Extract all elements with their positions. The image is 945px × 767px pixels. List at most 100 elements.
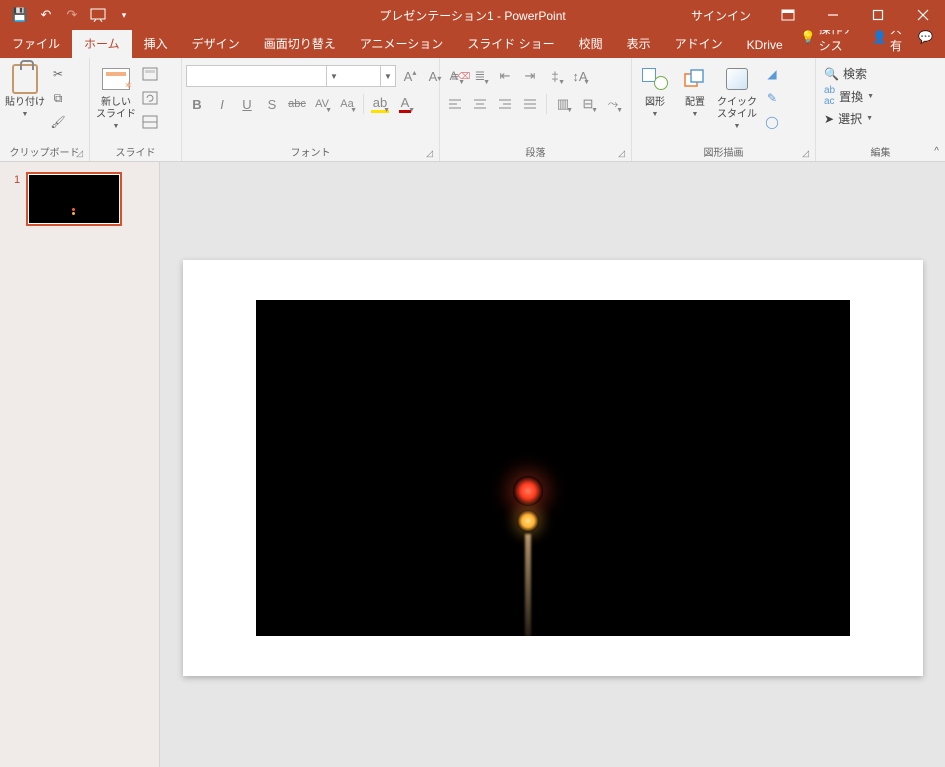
- paragraph-launcher[interactable]: ◿: [618, 148, 625, 159]
- copy-button[interactable]: ⧉: [48, 88, 68, 108]
- chevron-down-icon: ▼: [867, 93, 874, 100]
- font-name-input[interactable]: [187, 66, 327, 86]
- undo-button[interactable]: ↶: [34, 3, 58, 27]
- maximize-button[interactable]: [855, 0, 900, 30]
- tab-view[interactable]: 表示: [615, 29, 663, 58]
- font-selector[interactable]: ▼ ▼: [186, 65, 396, 87]
- text-direction-button[interactable]: ↕A▼: [569, 65, 591, 87]
- tab-kdrive[interactable]: KDrive: [735, 32, 795, 58]
- tab-addins[interactable]: アドイン: [663, 29, 735, 58]
- replace-button[interactable]: abac 置換 ▼: [824, 85, 874, 107]
- format-painter-button[interactable]: 🖌: [48, 112, 68, 132]
- layout-button[interactable]: [140, 64, 160, 84]
- tab-home[interactable]: ホーム: [72, 29, 132, 58]
- tab-slideshow[interactable]: スライド ショー: [455, 29, 566, 58]
- group-font: ▼ ▼ A▴ A▾ A⌫ B I U S abc AV▼ Aa▼ ab▼ A▼: [182, 58, 440, 161]
- effects-icon: ◯: [765, 115, 778, 129]
- new-slide-icon: [100, 63, 132, 95]
- start-slideshow-button[interactable]: [86, 3, 110, 27]
- tab-design[interactable]: デザイン: [180, 29, 252, 58]
- group-clipboard-label: クリップボード: [10, 144, 80, 159]
- columns-button[interactable]: ▥▼: [552, 93, 574, 115]
- shape-outline-button[interactable]: ✎: [762, 88, 782, 108]
- select-label: 選択: [838, 110, 862, 127]
- redo-button[interactable]: ↷: [60, 3, 84, 27]
- chevron-down-icon: ▼: [381, 72, 395, 81]
- quick-styles-button[interactable]: クイック スタイル ▼: [716, 61, 758, 131]
- shapes-button[interactable]: 図形 ▼: [636, 61, 674, 119]
- underline-button[interactable]: U: [236, 93, 258, 115]
- bullets-button[interactable]: ≡▼: [444, 65, 466, 87]
- clipboard-launcher[interactable]: ◿: [76, 148, 83, 159]
- group-paragraph: ≡▼ ≣▼ ⇤ ⇥ ‡▼ ↕A▼ ▥▼ ⊟▼ ⤳▼ 段落 ◿: [440, 58, 632, 161]
- paste-button[interactable]: 貼り付け ▼: [4, 61, 46, 119]
- clipboard-icon: [9, 63, 41, 95]
- italic-button[interactable]: I: [211, 93, 233, 115]
- tab-file[interactable]: ファイル: [0, 29, 72, 58]
- highlight-button[interactable]: ab▼: [369, 93, 391, 115]
- strike-button[interactable]: abc: [286, 93, 308, 115]
- close-button[interactable]: [900, 0, 945, 30]
- slide-image[interactable]: [256, 300, 850, 636]
- change-case-button[interactable]: Aa▼: [336, 93, 358, 115]
- cursor-icon: ➤: [824, 112, 834, 126]
- chevron-down-icon: ▼: [692, 111, 699, 119]
- align-left-button[interactable]: [444, 93, 466, 115]
- tab-transitions[interactable]: 画面切り替え: [252, 29, 348, 58]
- font-size-input[interactable]: [341, 66, 381, 86]
- shape-effects-button[interactable]: ◯: [762, 112, 782, 132]
- thumbnail-item[interactable]: 1: [0, 172, 159, 226]
- find-label: 検索: [843, 65, 867, 82]
- slide-editor[interactable]: [160, 162, 945, 767]
- align-center-button[interactable]: [469, 93, 491, 115]
- copy-icon: ⧉: [54, 91, 63, 106]
- slide-thumbnails-panel[interactable]: 1: [0, 162, 160, 767]
- line-spacing-button[interactable]: ‡▼: [544, 65, 566, 87]
- qat-more-button[interactable]: ▾: [112, 3, 136, 27]
- replace-label: 置換: [839, 88, 863, 105]
- arrange-button[interactable]: 配置 ▼: [676, 61, 714, 119]
- ribbon: 貼り付け ▼ ✂ ⧉ 🖌 クリップボード◿ 新しい スライド ▼: [0, 58, 945, 162]
- group-paragraph-label: 段落: [526, 144, 546, 159]
- justify-button[interactable]: [519, 93, 541, 115]
- smartart-button[interactable]: ⤳▼: [602, 93, 624, 115]
- ribbon-options-button[interactable]: [765, 0, 810, 30]
- new-slide-button[interactable]: 新しい スライド ▼: [94, 61, 138, 131]
- group-slides-label: スライド: [116, 144, 156, 159]
- font-color-button[interactable]: A▼: [394, 93, 416, 115]
- section-button[interactable]: [140, 112, 160, 132]
- arrange-label: 配置: [685, 97, 705, 109]
- shadow-button[interactable]: S: [261, 93, 283, 115]
- drawing-launcher[interactable]: ◿: [802, 148, 809, 159]
- minimize-button[interactable]: [810, 0, 855, 30]
- chevron-down-icon: ▼: [866, 115, 873, 122]
- group-font-label: フォント: [291, 144, 331, 159]
- collapse-ribbon-button[interactable]: ^: [934, 146, 939, 157]
- tab-animations[interactable]: アニメーション: [348, 29, 456, 58]
- align-right-button[interactable]: [494, 93, 516, 115]
- dec-indent-button[interactable]: ⇤: [494, 65, 516, 87]
- tab-review[interactable]: 校閲: [567, 29, 615, 58]
- thumbnail-preview[interactable]: [26, 172, 122, 226]
- chevron-down-icon: ▼: [652, 111, 659, 119]
- grow-font-button[interactable]: A▴: [399, 65, 421, 87]
- reset-button[interactable]: [140, 88, 160, 108]
- char-spacing-button[interactable]: AV▼: [311, 93, 333, 115]
- shrink-font-button[interactable]: A▾: [424, 65, 446, 87]
- font-launcher[interactable]: ◿: [426, 148, 433, 159]
- bold-button[interactable]: B: [186, 93, 208, 115]
- tab-insert[interactable]: 挿入: [132, 29, 180, 58]
- select-button[interactable]: ➤ 選択 ▼: [824, 110, 873, 127]
- window-title: プレゼンテーション1 - PowerPoint: [379, 7, 565, 24]
- signin-button[interactable]: サインイン: [677, 7, 765, 24]
- align-text-button[interactable]: ⊟▼: [577, 93, 599, 115]
- slide-canvas[interactable]: [183, 260, 923, 676]
- numbering-button[interactable]: ≣▼: [469, 65, 491, 87]
- find-button[interactable]: 🔍 検索: [824, 65, 867, 82]
- save-button[interactable]: 💾: [8, 3, 32, 27]
- inc-indent-button[interactable]: ⇥: [519, 65, 541, 87]
- chevron-down-icon: ▼: [113, 123, 120, 131]
- cut-button[interactable]: ✂: [48, 64, 68, 84]
- shape-fill-button[interactable]: ◢: [762, 64, 782, 84]
- content-area: 1: [0, 162, 945, 767]
